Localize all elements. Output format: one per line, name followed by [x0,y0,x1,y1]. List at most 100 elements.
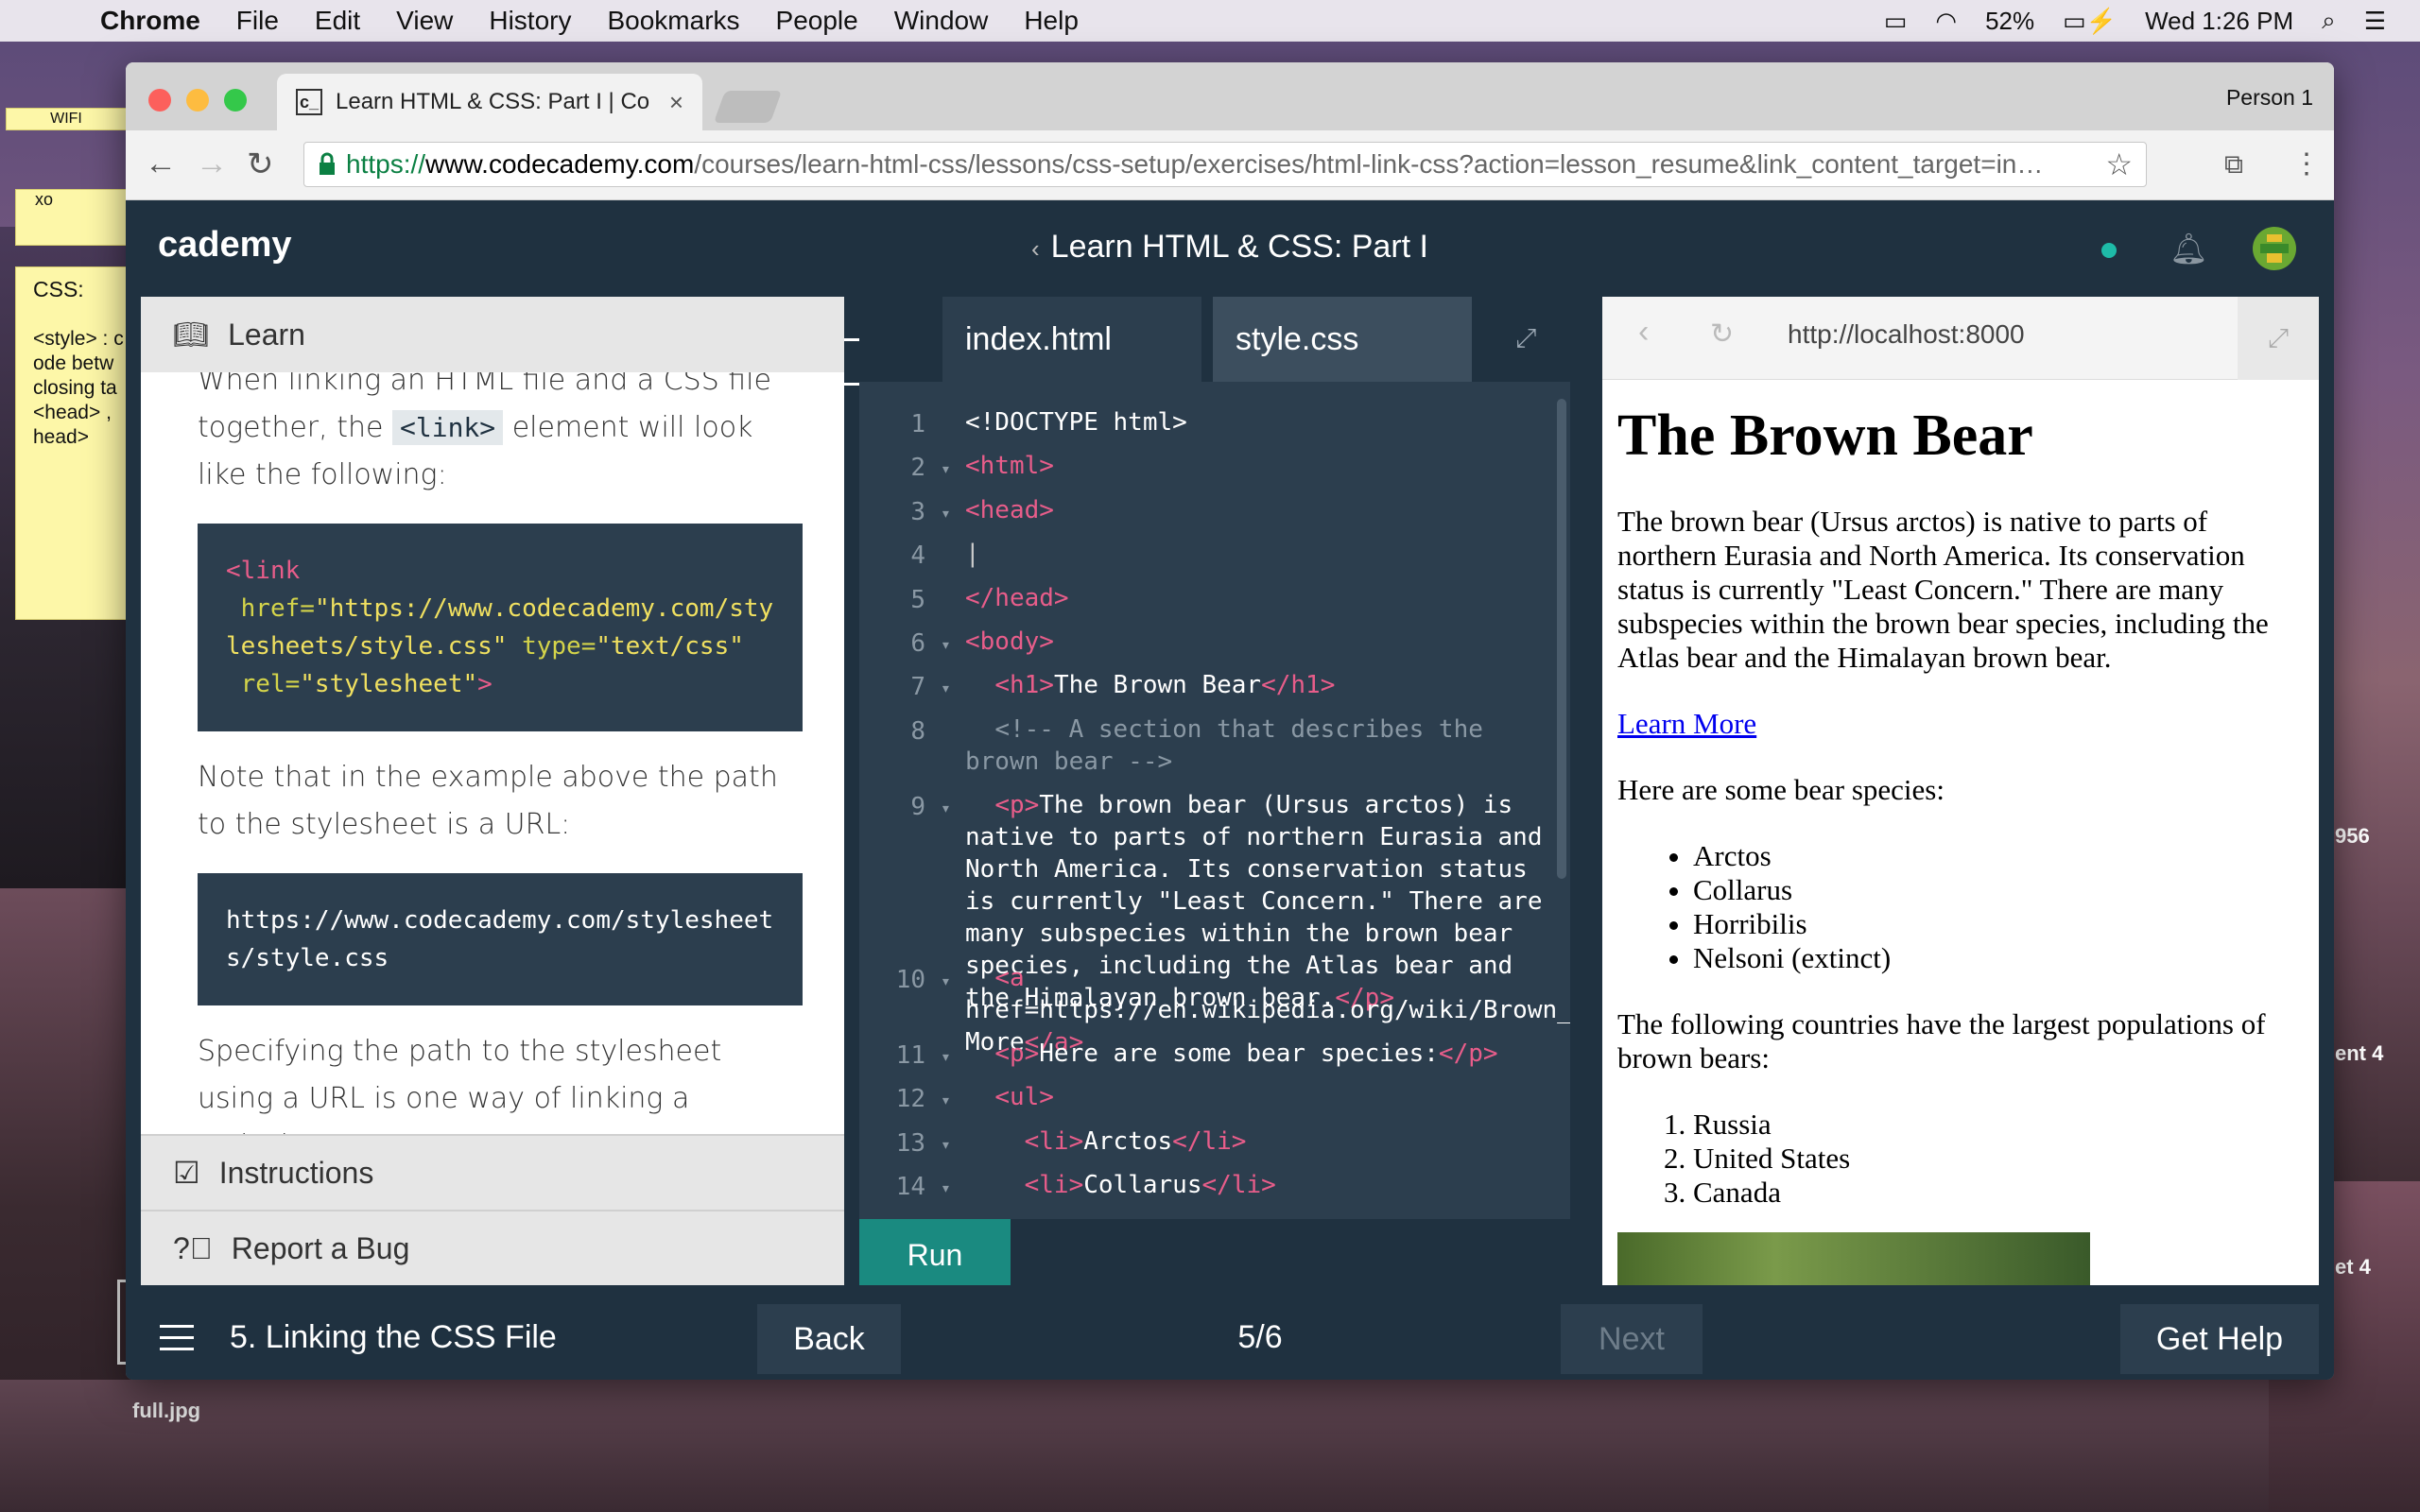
url-scheme: https:// [346,149,426,179]
battery-icon[interactable]: ▭⚡ [2063,7,2117,36]
menu-view[interactable]: View [396,6,453,36]
preview-url[interactable]: http://localhost:8000 [1788,319,2025,350]
book-icon: 📖︎ [173,318,210,351]
tab-style-css[interactable]: style.css [1213,297,1472,382]
zoom-window-button[interactable] [224,89,247,112]
code-line[interactable]: <body> [965,626,1561,658]
fold-arrow-icon[interactable]: ▾ [941,504,951,524]
sticky-css-body: <style> : code betw closing ta <head> , … [33,328,124,448]
fold-arrow-icon[interactable]: ▾ [941,1178,951,1198]
bookmark-star-icon[interactable]: ☆ [2105,146,2133,182]
secure-lock-icon [320,152,335,175]
chrome-menu-icon[interactable]: ⋮ [2292,147,2321,180]
address-bar[interactable]: https://www.codecademy.com/courses/learn… [303,142,2147,187]
profile-button[interactable]: Person 1 [2226,85,2313,111]
forward-arrow-icon[interactable]: → [196,146,228,182]
preview-heading: The Brown Bear [1617,404,2033,468]
fold-arrow-icon[interactable]: ▾ [941,635,951,655]
preview-paragraph-1: The brown bear (Ursus arctos) is native … [1617,505,2269,674]
code-line[interactable]: | [965,538,1561,570]
fold-arrow-icon[interactable]: ▾ [941,1047,951,1067]
new-tab-button[interactable] [713,91,783,123]
browser-tab[interactable]: c_ Learn HTML & CSS: Part I | Co × [277,74,702,130]
desktop-lake [0,1380,2420,1512]
back-button[interactable]: Back [757,1304,901,1374]
fold-arrow-icon[interactable]: ▾ [941,1091,951,1110]
list-item: Nelsoni (extinct) [1693,941,2308,975]
desktop-file-label[interactable]: full.jpg [132,1399,200,1423]
user-avatar[interactable] [2253,227,2296,270]
run-button[interactable]: Run [859,1219,1011,1285]
expand-preview-icon[interactable]: ⤢ [2238,297,2319,380]
desktop-fragment-3: et 4 [2335,1255,2371,1279]
tab-index-html[interactable]: index.html [942,297,1201,382]
code-line[interactable]: <!-- A section that describes the brown … [965,713,1561,778]
get-help-button[interactable]: Get Help [2120,1304,2319,1374]
close-window-button[interactable] [148,89,171,112]
fold-arrow-icon[interactable]: ▾ [941,679,951,698]
close-tab-icon[interactable]: × [669,88,683,117]
fold-arrow-icon[interactable]: ▾ [941,799,951,818]
menu-history[interactable]: History [489,6,571,36]
preview-refresh-icon[interactable]: ↻ [1710,318,1734,351]
menu-file[interactable]: File [236,6,279,36]
expand-editor-icon[interactable]: ⤢ [1515,323,1536,354]
learn-more-link[interactable]: Learn More [1617,707,1756,740]
menu-hamburger-icon[interactable] [160,1325,194,1359]
line-number: 6 [910,629,925,658]
browser-preview: ‹ ↻ http://localhost:8000 ⤢ The Brown Be… [1602,297,2319,1285]
notifications-bell-icon[interactable]: 🔔︎ [2169,231,2208,266]
code-line[interactable]: <h1>The Brown Bear</h1> [965,669,1561,701]
menu-app-name[interactable]: Chrome [100,6,200,36]
preview-back-icon[interactable]: ‹ [1638,314,1649,351]
notification-center-icon[interactable]: ☰ [2364,7,2386,36]
code-line[interactable]: <li>Collarus</li> [965,1169,1561,1201]
line-number: 1 [910,410,925,438]
spotlight-search-icon[interactable]: ⌕ [2322,6,2336,36]
next-button[interactable]: Next [1561,1304,1703,1374]
menu-window[interactable]: Window [894,6,989,36]
report-bug-section[interactable]: ?⃝ Report a Bug [141,1210,844,1285]
sticky-wifi[interactable]: WIFI [6,108,127,130]
code-line[interactable]: <!DOCTYPE html> [965,406,1561,438]
code-type-value: "text/css" [596,632,744,661]
code-example-link: <link href="https://www.codecademy.com/s… [198,524,803,731]
fold-arrow-icon[interactable]: ▾ [941,1135,951,1155]
sticky-note-top[interactable]: xo [15,189,127,246]
menu-people[interactable]: People [776,6,858,36]
fold-arrow-icon[interactable]: ▾ [941,459,951,479]
list-item: Horribilis [1693,907,2308,941]
code-line[interactable]: <p>Here are some bear species:</p> [965,1038,1561,1070]
menu-edit[interactable]: Edit [315,6,360,36]
editor-scrollbar[interactable] [1557,399,1566,879]
code-line[interactable]: <head> [965,494,1561,526]
wifi-icon[interactable]: ◠ [1935,7,1957,36]
lesson-title[interactable]: 5. Linking the CSS File [230,1319,557,1356]
battery-percent[interactable]: 52% [1985,7,2034,36]
menu-bookmarks[interactable]: Bookmarks [607,6,739,36]
list-item: United States [1693,1142,2308,1176]
minimize-window-button[interactable] [186,89,209,112]
course-title[interactable]: ‹ Learn HTML & CSS: Part I [126,229,2334,266]
inline-code-link: <link> [392,410,504,445]
code-example-url: https://www.codecademy.com/stylesheets/s… [198,873,803,1005]
chevron-left-icon: ‹ [1031,234,1040,263]
code-tag-close: > [477,670,493,698]
clock[interactable]: Wed 1:26 PM [2145,7,2293,36]
learn-header[interactable]: 📖︎ Learn [141,297,844,372]
lesson-content: When linking an HTML file and a CSS file… [198,357,803,1170]
sticky-css-note[interactable]: CSS: <style> : code betw closing ta <hea… [15,266,127,620]
code-line[interactable]: </head> [965,582,1561,614]
code-line[interactable]: <li>Arctos</li> [965,1125,1561,1158]
code-line[interactable]: <ul> [965,1081,1561,1113]
cast-icon[interactable]: ⧉ [2224,149,2243,180]
desktop-fragment-1: 956 [2335,824,2370,848]
instructions-section[interactable]: ☑ Instructions [141,1134,844,1210]
fold-arrow-icon[interactable]: ▾ [941,971,951,991]
reload-icon[interactable]: ↻ [247,146,274,183]
airplay-icon[interactable]: ▭ [1884,7,1908,36]
preview-toolbar: ‹ ↻ http://localhost:8000 ⤢ [1602,297,2319,380]
menu-help[interactable]: Help [1024,6,1079,36]
back-arrow-icon[interactable]: ← [145,146,177,182]
code-line[interactable]: <html> [965,450,1561,482]
